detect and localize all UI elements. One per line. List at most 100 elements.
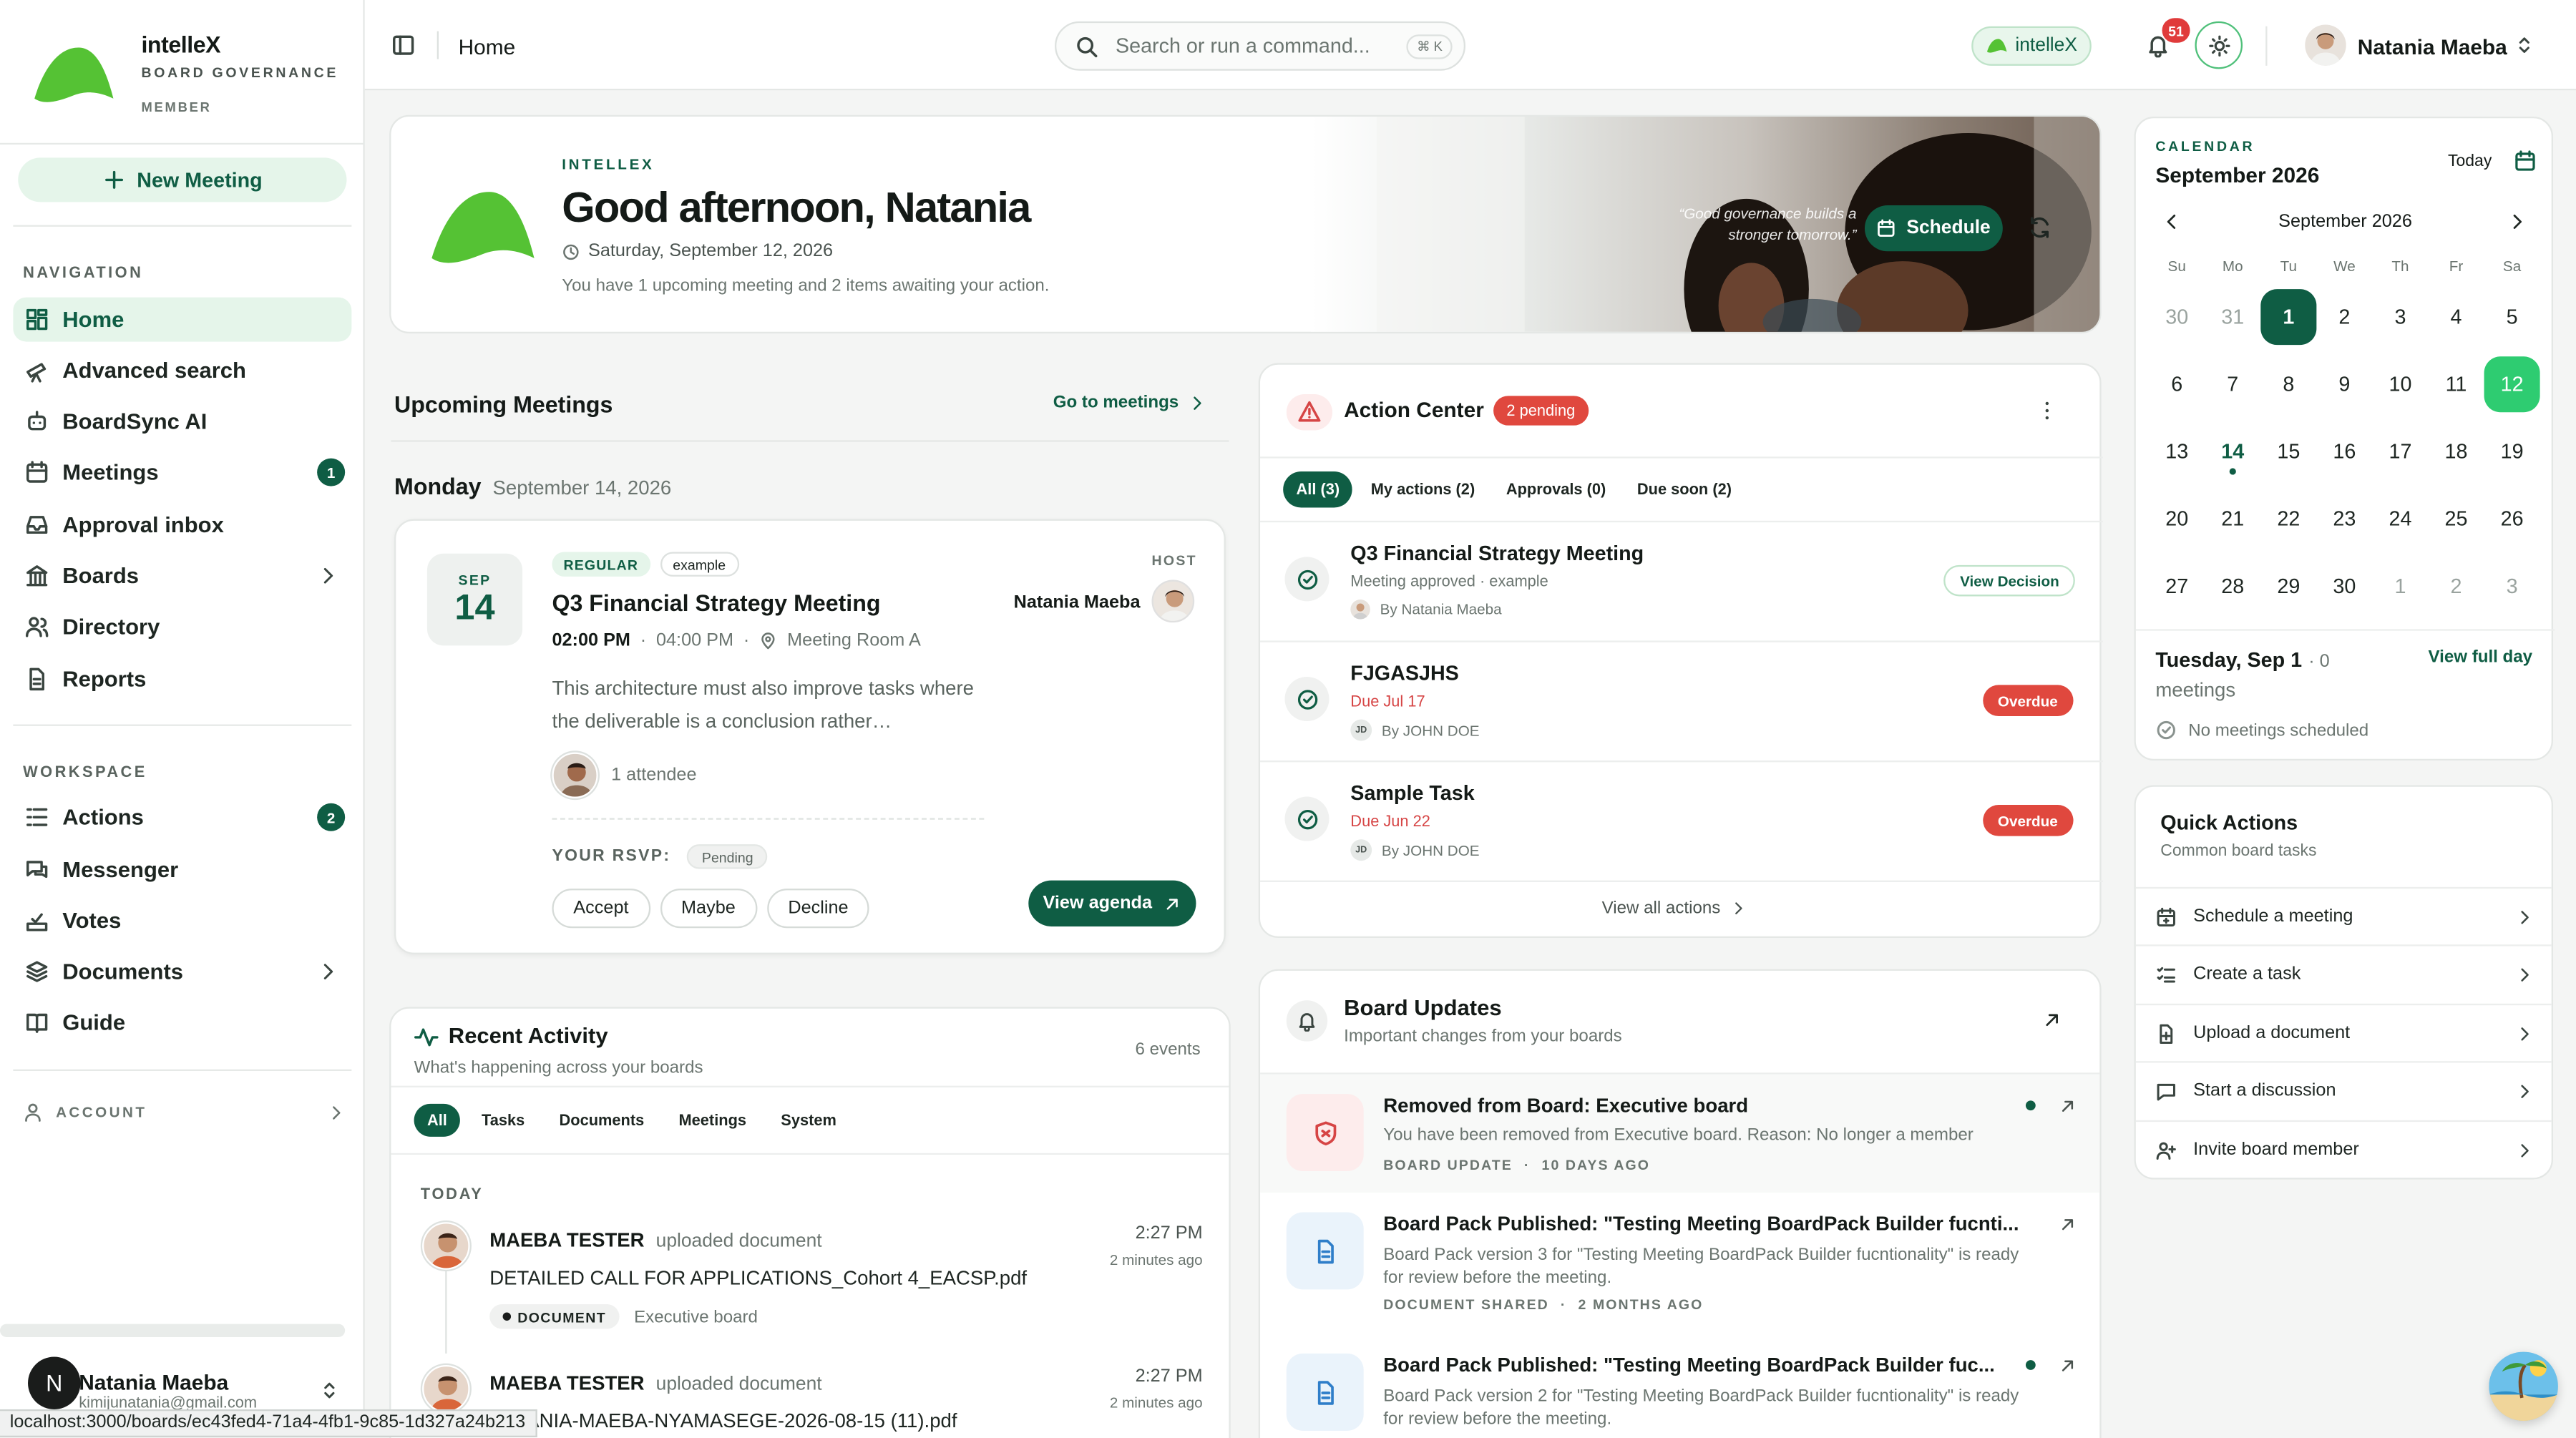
topbar-user-avatar[interactable] [2305, 24, 2346, 66]
calendar-day[interactable]: 2 [2428, 559, 2484, 615]
quick-action-create-task[interactable]: Create a task [2135, 944, 2552, 1002]
calendar-day[interactable]: 9 [2316, 356, 2372, 412]
action-tab-due-soon[interactable]: Due soon (2) [1624, 471, 1745, 508]
calendar-day[interactable]: 24 [2372, 491, 2428, 547]
calendar-day[interactable]: 23 [2316, 491, 2372, 547]
activity-object[interactable]: NATANIA-MAEBA-NYAMASEGE-2026-08-15 (11).… [489, 1409, 957, 1432]
sidebar-scrollbar[interactable] [0, 1324, 346, 1337]
calendar-day[interactable]: 14 [2205, 424, 2260, 479]
arrow-up-right-icon[interactable] [2059, 1356, 2077, 1374]
calendar-day[interactable]: 3 [2484, 559, 2540, 615]
sidebar-item-home[interactable]: Home [13, 297, 352, 342]
action-tab-all[interactable]: All (3) [1283, 471, 1353, 508]
sidebar-item-reports[interactable]: Reports [13, 657, 351, 701]
update-item[interactable]: Removed from Board: Executive board You … [1260, 1074, 2100, 1193]
calendar-day[interactable]: 30 [2149, 289, 2205, 345]
more-vertical-icon[interactable] [2036, 399, 2059, 422]
calendar-day[interactable]: 6 [2149, 356, 2205, 412]
maybe-button[interactable]: Maybe [660, 889, 757, 929]
calendar-day[interactable]: 17 [2372, 424, 2428, 479]
calendar-day[interactable]: 7 [2205, 356, 2260, 412]
calendar-day[interactable]: 26 [2484, 491, 2540, 547]
activity-object[interactable]: DETAILED CALL FOR APPLICATIONS_Cohort 4_… [489, 1266, 1027, 1289]
sidebar-item-boardsync-ai[interactable]: BoardSync AI [13, 399, 351, 444]
quick-action-invite-member[interactable]: Invite board member [2135, 1120, 2552, 1178]
calendar-day[interactable]: 2 [2316, 289, 2372, 345]
search-bar[interactable]: Search or run a command... ⌘ K [1055, 21, 1466, 71]
calendar-day[interactable]: 20 [2149, 491, 2205, 547]
calendar-day[interactable]: 3 [2372, 289, 2428, 345]
org-switcher[interactable]: intelleX [1971, 26, 2092, 66]
sidebar-item-directory[interactable]: Directory [13, 605, 351, 649]
calendar-day[interactable]: 10 [2372, 356, 2428, 412]
update-item[interactable]: Board Pack Published: "Testing Meeting B… [1260, 1193, 2099, 1334]
calendar-day[interactable]: 28 [2205, 559, 2260, 615]
action-tab-approvals[interactable]: Approvals (0) [1493, 471, 1619, 508]
calendar-day[interactable]: 16 [2316, 424, 2372, 479]
action-item[interactable]: Q3 Financial Strategy Meeting Meeting ap… [1260, 522, 2103, 640]
sidebar-item-boards[interactable]: Boards [13, 554, 351, 598]
arrow-up-right-icon[interactable] [2059, 1216, 2077, 1233]
sidebar-item-documents[interactable]: Documents [13, 949, 351, 994]
calendar-day[interactable]: 29 [2260, 559, 2316, 615]
chevron-right-icon[interactable] [2507, 212, 2527, 232]
assistant-launcher-button[interactable] [2489, 1351, 2558, 1422]
calendar-day[interactable]: 21 [2205, 491, 2260, 547]
activity-tab-meetings[interactable]: Meetings [665, 1104, 759, 1137]
theme-toggle-button[interactable] [2195, 21, 2243, 69]
calendar-day[interactable]: 30 [2316, 559, 2372, 615]
quick-action-upload-document[interactable]: Upload a document [2135, 1003, 2552, 1061]
new-meeting-button[interactable]: New Meeting [18, 157, 347, 202]
quick-action-start-discussion[interactable]: Start a discussion [2135, 1061, 2552, 1118]
sidebar-toggle-icon[interactable] [391, 33, 415, 57]
attendees-row[interactable]: 1 attendee [552, 752, 697, 798]
view-all-actions-link[interactable]: View all actions [1602, 899, 1747, 918]
chevron-up-down-icon[interactable] [318, 1380, 340, 1402]
arrow-up-right-icon[interactable] [2042, 1010, 2062, 1030]
chevron-up-down-icon[interactable] [2514, 34, 2535, 56]
sidebar-item-messenger[interactable]: Messenger [13, 848, 351, 892]
decline-button[interactable]: Decline [766, 889, 870, 929]
arrow-up-right-icon[interactable] [2059, 1097, 2077, 1115]
calendar-day[interactable]: 25 [2428, 491, 2484, 547]
update-item[interactable]: Board Pack Published: "Testing Meeting B… [1260, 1334, 2099, 1438]
calendar-day[interactable]: 5 [2484, 289, 2540, 345]
view-decision-button[interactable]: View Decision [1943, 564, 2076, 597]
activity-tab-all[interactable]: All [414, 1103, 461, 1137]
calendar-day[interactable]: 4 [2428, 289, 2484, 345]
view-full-day-link[interactable]: View full day [2428, 647, 2532, 667]
meeting-title[interactable]: Q3 Financial Strategy Meeting [552, 590, 880, 616]
calendar-day[interactable]: 31 [2205, 289, 2260, 345]
calendar-day[interactable]: 22 [2260, 491, 2316, 547]
calendar-day[interactable]: 18 [2428, 424, 2484, 479]
calendar-day-today[interactable]: 12 [2484, 356, 2540, 413]
user-avatar[interactable]: N [28, 1356, 81, 1409]
activity-tab-tasks[interactable]: Tasks [469, 1104, 538, 1137]
calendar-day[interactable]: 1 [2372, 559, 2428, 615]
activity-tab-system[interactable]: System [768, 1104, 849, 1137]
action-tab-my-actions[interactable]: My actions (2) [1357, 471, 1488, 508]
calendar-day[interactable]: 27 [2149, 559, 2205, 615]
activity-item[interactable]: MAEBA TESTER uploaded document DETAILED … [391, 1216, 1229, 1331]
calendar-day[interactable]: 8 [2260, 356, 2316, 412]
sidebar-item-meetings[interactable]: Meetings 1 [13, 450, 351, 494]
sidebar-item-advanced-search[interactable]: Advanced search [13, 348, 351, 393]
calendar-day-selected[interactable]: 1 [2260, 289, 2317, 346]
activity-tab-documents[interactable]: Documents [546, 1104, 658, 1137]
view-agenda-button[interactable]: View agenda [1028, 880, 1196, 926]
action-item[interactable]: Sample Task Due Jun 22 JD By JOHN DOE Ov… [1260, 762, 2103, 880]
sidebar-item-approval-inbox[interactable]: Approval inbox [13, 503, 351, 547]
calendar-day[interactable]: 11 [2428, 356, 2484, 412]
account-section-toggle[interactable]: ACCOUNT [23, 1100, 345, 1123]
sidebar-item-guide[interactable]: Guide [13, 1000, 351, 1045]
sidebar-item-actions[interactable]: Actions 2 [13, 795, 351, 839]
accept-button[interactable]: Accept [552, 889, 650, 929]
action-item[interactable]: FJGASJHS Due Jul 17 JD By JOHN DOE Overd… [1260, 642, 2103, 760]
calendar-day[interactable]: 19 [2484, 424, 2540, 479]
sidebar-item-votes[interactable]: Votes [13, 899, 351, 943]
calendar-icon[interactable] [2514, 150, 2537, 172]
calendar-day[interactable]: 13 [2149, 424, 2205, 479]
meeting-card[interactable]: SEP 14 REGULAR example Q3 Financial Stra… [394, 519, 1226, 954]
quick-action-schedule-meeting[interactable]: Schedule a meeting [2135, 886, 2552, 944]
calendar-day[interactable]: 15 [2260, 424, 2316, 479]
